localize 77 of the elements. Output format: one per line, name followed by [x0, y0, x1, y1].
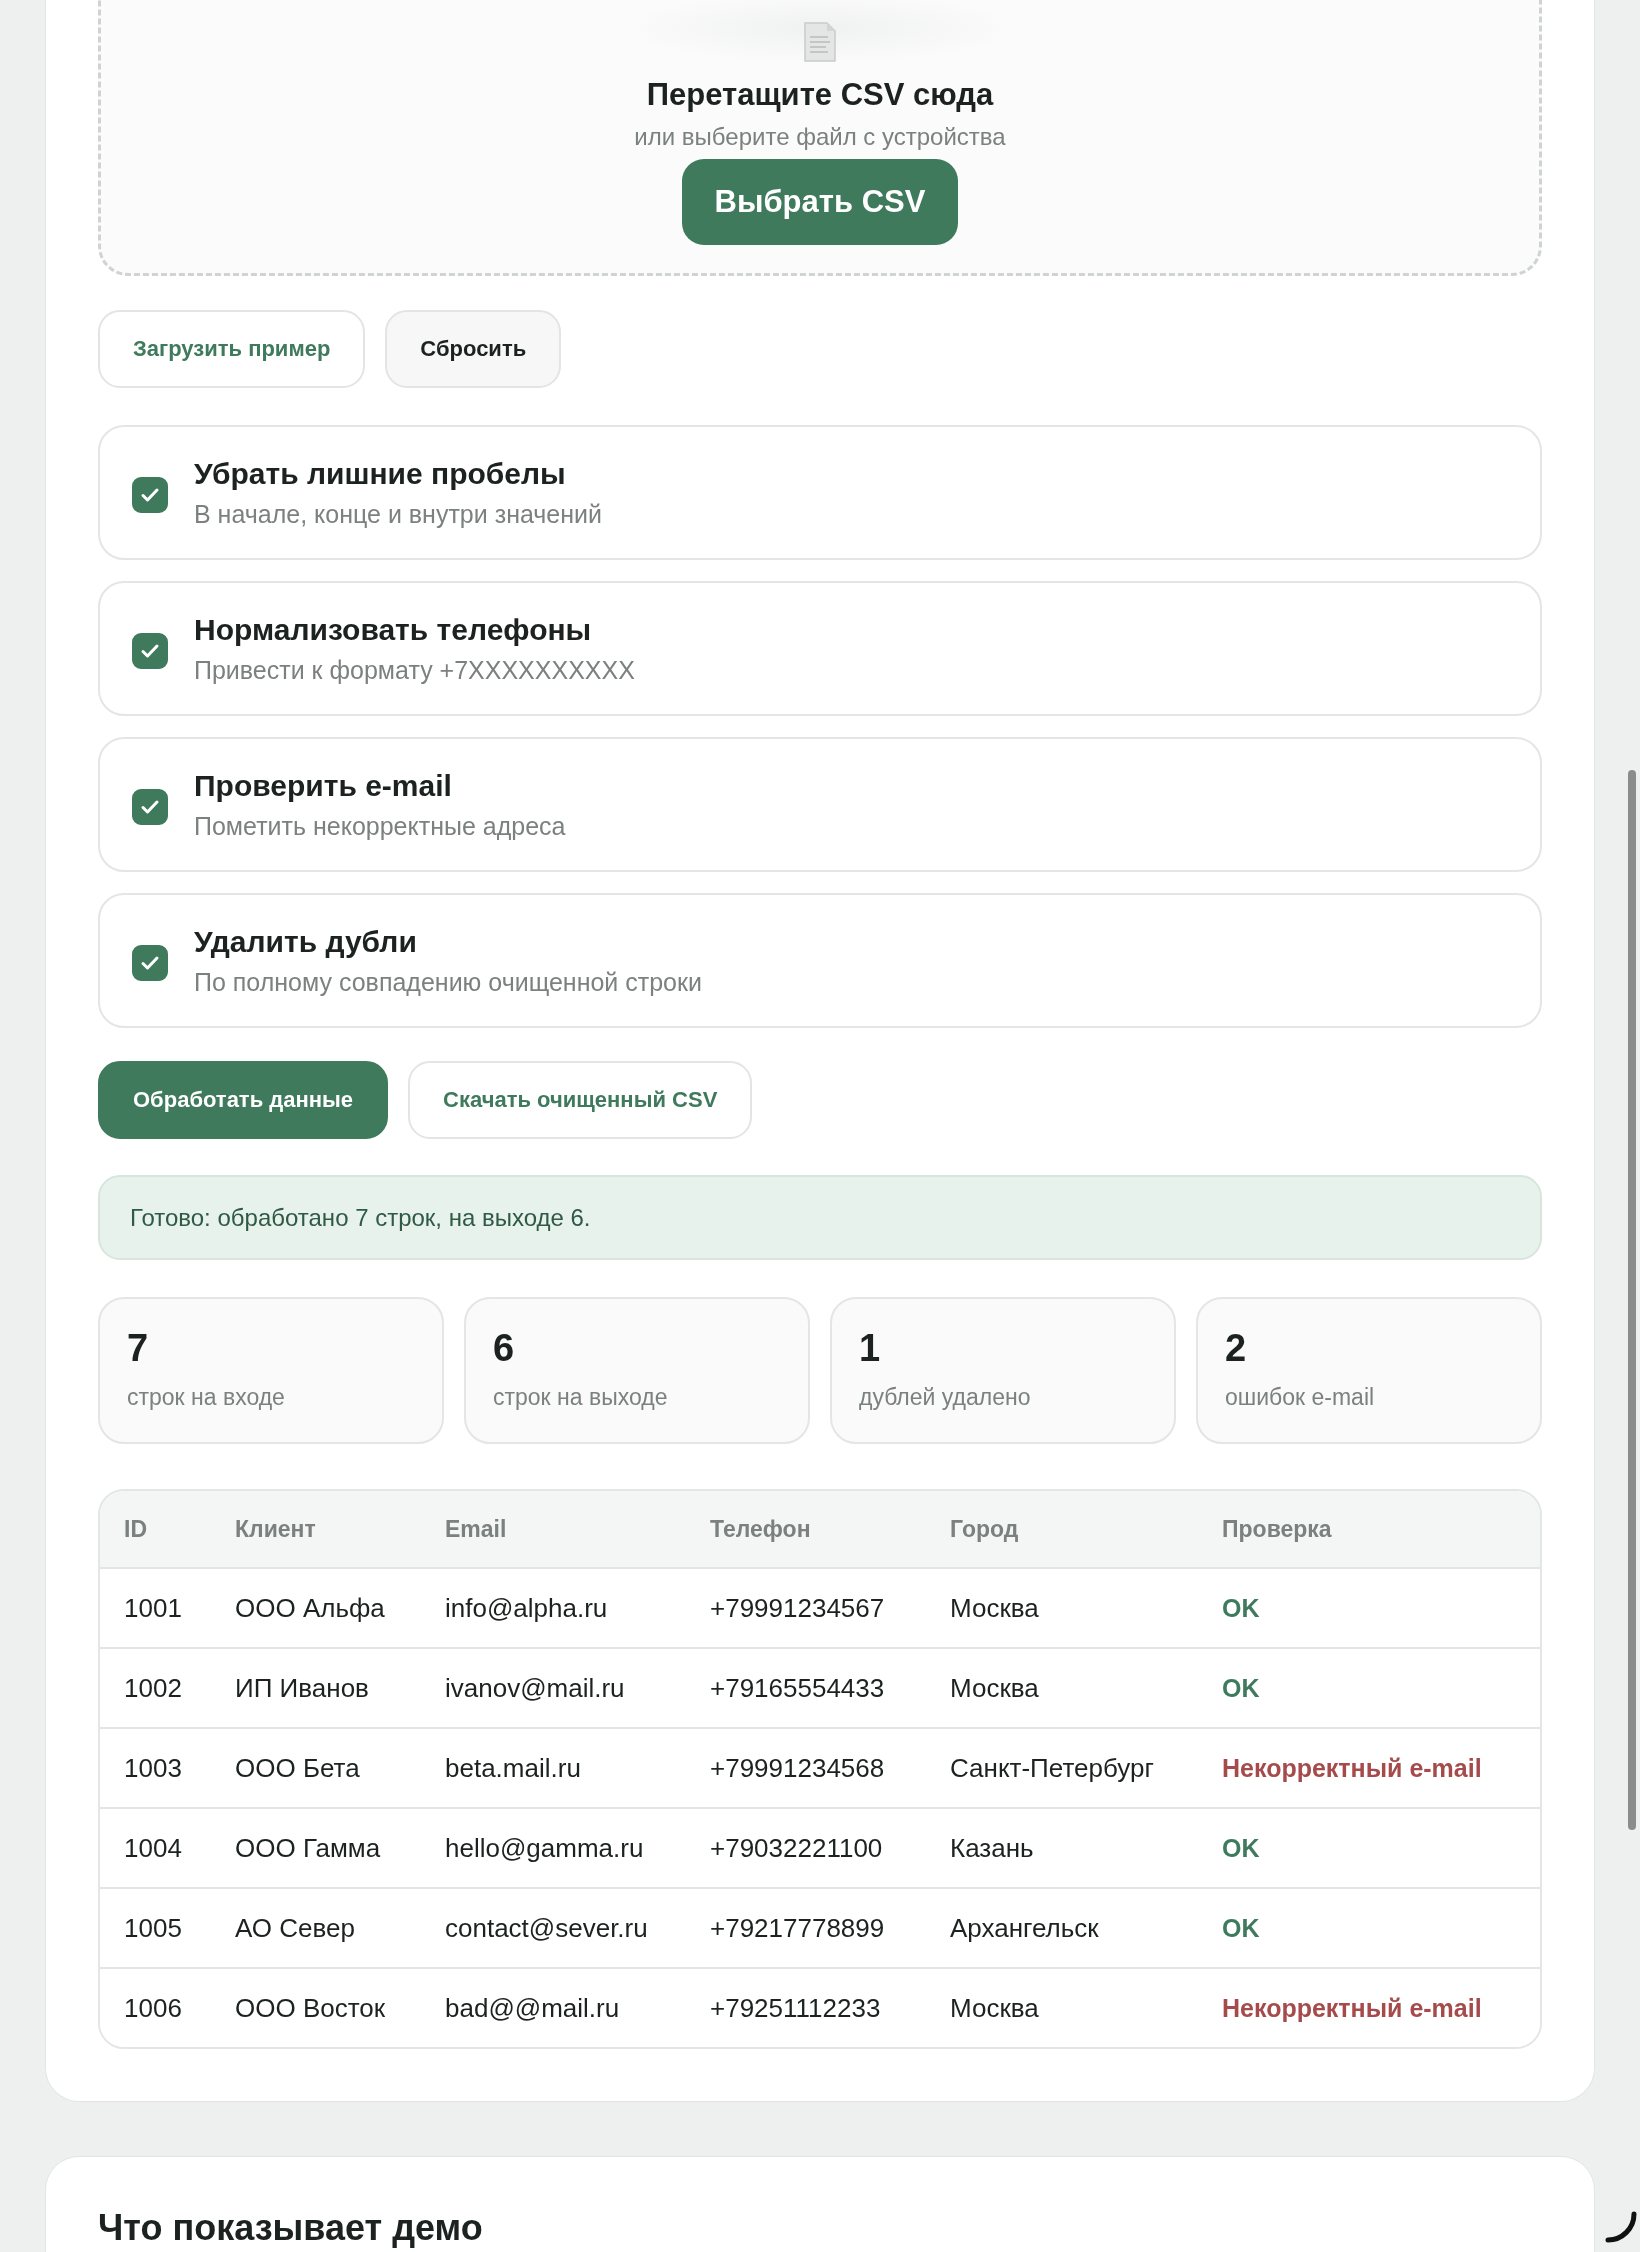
table-cell-text: Санкт-Петербург [950, 1752, 1155, 1784]
table-cell-text: Москва [950, 1592, 1040, 1624]
stat-value: 7 [127, 1327, 150, 1370]
load-sample-button[interactable]: Загрузить пример [98, 310, 366, 388]
option-card[interactable]: Убрать лишние пробелы В начале, конце и внутри значений [98, 425, 1542, 560]
table-cell-text: contact@sever.ru [445, 1912, 649, 1944]
table-cell-text: hello@gamma.ru [445, 1832, 645, 1864]
table-cell-text: 1002 [124, 1672, 183, 1704]
check-result: Некорректный e-mail [1222, 1753, 1483, 1783]
table-cell-text: ООО Бета [235, 1752, 361, 1784]
check-result: OK [1222, 1673, 1261, 1703]
option-title: Удалить дубли [194, 924, 418, 959]
dropzone-subtitle: или выберите файл с устройства [634, 123, 1006, 151]
checkbox[interactable] [132, 476, 168, 513]
option-card[interactable]: Удалить дубли По полному совпадению очищенной строки [98, 893, 1542, 1028]
column-header: Телефон [710, 1515, 812, 1543]
table-cell-text: ivanov@mail.ru [445, 1672, 626, 1704]
download-button[interactable]: Скачать очищенный CSV [408, 1061, 753, 1139]
table-cell-text: +79217778899 [710, 1912, 886, 1944]
column-header: Клиент [235, 1515, 317, 1543]
table-cell-text: bad@@mail.ru [445, 1992, 621, 2024]
stat-label: ошибок e-mail [1225, 1384, 1376, 1411]
table-cell-text: ООО Гамма [235, 1832, 382, 1864]
stat-label: строк на выходе [493, 1384, 669, 1411]
table-cell-text: Казань [950, 1832, 1035, 1864]
column-header: Проверка [1222, 1515, 1333, 1543]
check-result: OK [1222, 1593, 1261, 1623]
table-cell-text: Москва [950, 1672, 1040, 1704]
reset-button[interactable]: Сбросить [385, 310, 562, 388]
stat-value: 2 [1225, 1327, 1248, 1370]
table-cell-text: info@alpha.ru [445, 1592, 609, 1624]
document-icon [803, 21, 837, 63]
dropzone-title: Перетащите CSV сюда [646, 77, 994, 113]
option-description: В начале, конце и внутри значений [194, 499, 602, 529]
table-cell-text: +79991234567 [710, 1592, 886, 1624]
option-card[interactable]: Проверить e-mail Пометить некорректные адреса [98, 737, 1542, 872]
option-title: Нормализовать телефоны [194, 612, 593, 647]
check-result: OK [1222, 1833, 1261, 1863]
stat-label: дублей удалено [859, 1384, 1032, 1411]
table-cell-text: 1004 [124, 1832, 183, 1864]
choose-file-button[interactable]: Выбрать CSV [681, 159, 959, 245]
table-cell-text: ООО Альфа [235, 1592, 386, 1624]
table-cell-text: АО Север [235, 1912, 356, 1944]
checkbox[interactable] [132, 632, 168, 669]
stat-label: строк на входе [127, 1384, 286, 1411]
table-cell-text: ООО Восток [235, 1992, 387, 2024]
checkbox[interactable] [132, 944, 168, 981]
checkbox[interactable] [132, 788, 168, 825]
option-title: Проверить e-mail [194, 768, 453, 803]
column-header: Email [445, 1515, 508, 1543]
status-message: Готово: обработано 7 строк, на выходе 6. [98, 1175, 1542, 1260]
process-button[interactable]: Обработать данные [98, 1061, 389, 1139]
option-title: Убрать лишние пробелы [194, 456, 567, 491]
section-title: Что показывает демо [98, 2207, 484, 2249]
table-cell-text: +79251112233 [710, 1992, 882, 2024]
stat-value: 6 [493, 1327, 516, 1370]
table-cell-text: +79032221100 [710, 1832, 884, 1864]
option-description: Привести к формату +7XXXXXXXXXX [194, 655, 635, 685]
option-description: Пометить некорректные адреса [194, 811, 566, 841]
column-header: Город [950, 1515, 1020, 1543]
stat-value: 1 [859, 1327, 882, 1370]
scrollbar[interactable] [1628, 770, 1636, 1830]
option-card[interactable]: Нормализовать телефоны Привести к формату +7XXXXXXXXXX [98, 581, 1542, 716]
option-description: По полному совпадению очищенной строки [194, 967, 702, 997]
column-header: ID [124, 1515, 148, 1543]
table-cell-text: 1006 [124, 1992, 183, 2024]
table-cell-text: Архангельск [950, 1912, 1100, 1944]
table-cell-text: 1005 [124, 1912, 183, 1944]
table-cell-text: +79165554433 [710, 1672, 886, 1704]
table-cell-text: ИП Иванов [235, 1672, 370, 1704]
table-cell-text: beta.mail.ru [445, 1752, 582, 1784]
table-cell-text: +79991234568 [710, 1752, 886, 1784]
table-cell-text: 1003 [124, 1752, 183, 1784]
table-cell-text: Москва [950, 1992, 1040, 2024]
table-cell-text: 1001 [124, 1592, 183, 1624]
check-result: Некорректный e-mail [1222, 1993, 1483, 2023]
check-result: OK [1222, 1913, 1261, 1943]
